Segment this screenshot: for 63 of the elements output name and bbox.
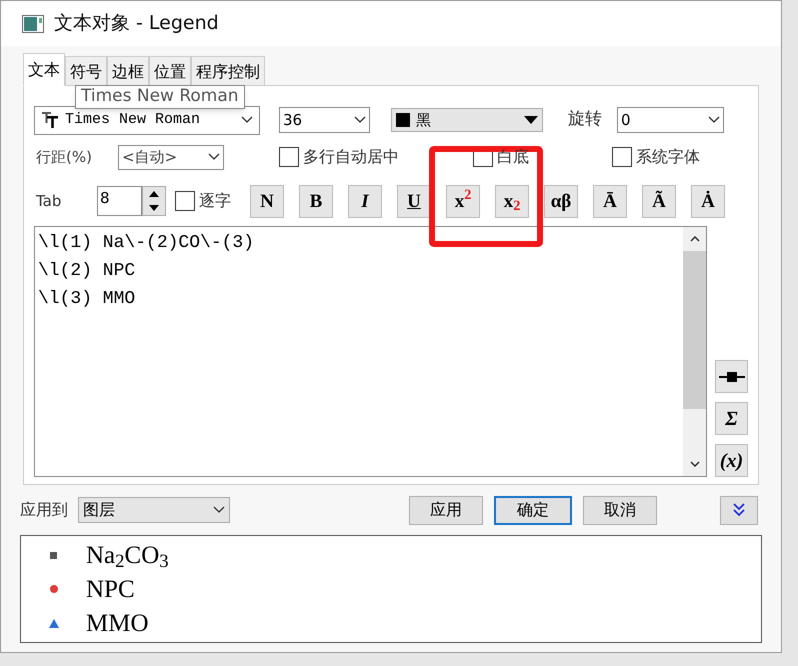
format-button[interactable]: x$_{2}$ (495, 184, 529, 218)
line-spacing-label: 行距(%) (36, 146, 93, 168)
chevron-down-icon (208, 153, 220, 161)
checkbox-label: 多行自动居中 (303, 149, 399, 165)
rotation-dropdown[interactable]: 0 (617, 107, 724, 133)
legend-entry: Na$_{2}$CO$_{3}$ (86, 542, 169, 568)
scroll-up-icon (690, 236, 700, 242)
tab[interactable]: 位置 (149, 56, 191, 86)
line-spacing-dropdown[interactable]: <自动> (118, 144, 224, 170)
format-button[interactable]: x$^{2}$ (446, 184, 480, 218)
chevron-down-icon (354, 116, 366, 124)
format-button[interactable]: I (348, 184, 382, 218)
chevron-down-icon (708, 116, 720, 124)
expand-button[interactable] (720, 496, 758, 524)
double-chevron-icon (733, 503, 745, 517)
editor-line: \l(1) Na\-(2)CO\-(3) (38, 232, 256, 255)
text-editor[interactable]: \l(1) Na\-(2)CO\-(3) \l(2) NPC \l(3) MMO (34, 226, 707, 477)
checkbox-label: 系统字体 (636, 149, 700, 165)
rotation-label: 旋转 (568, 108, 602, 132)
apply-to-dropdown[interactable]: 图层 (78, 497, 230, 523)
dialog-button[interactable]: 确定 (494, 496, 572, 524)
tab[interactable]: 符号 (65, 56, 107, 86)
line-symbol-icon (718, 370, 744, 382)
font-value: Times New Roman (65, 110, 202, 130)
format-button[interactable]: αβ (544, 184, 578, 218)
scrollbar[interactable] (683, 227, 706, 476)
tab[interactable]: 文本 (23, 53, 65, 86)
scroll-down-icon (690, 461, 700, 467)
legend-entry: MMO (86, 610, 149, 636)
size-dropdown[interactable]: 36 (279, 107, 370, 133)
apply-to-label: 应用到 (20, 499, 68, 521)
tab-label: Tab (36, 190, 62, 212)
format-button[interactable]: Ã (642, 184, 676, 218)
legend-entry: NPC (86, 576, 135, 602)
truetype-icon (41, 111, 59, 129)
editor-line: \l(2) NPC (38, 260, 136, 283)
tab[interactable]: 边框 (107, 56, 149, 86)
tab-field[interactable]: 8 (97, 186, 142, 216)
color-dropdown[interactable]: 黑 (391, 108, 543, 132)
window-icon (22, 14, 44, 32)
marker-button[interactable] (715, 360, 748, 393)
format-button[interactable]: N (250, 184, 284, 218)
insert-button[interactable]: (x) (715, 444, 748, 477)
checkbox[interactable] (175, 191, 195, 211)
format-button[interactable]: Ā (593, 184, 627, 218)
tooltip: Times New Roman (75, 85, 245, 109)
dialog-button[interactable]: 应用 (409, 496, 483, 524)
insert-button[interactable]: Σ (715, 402, 748, 435)
spin-buttons[interactable] (142, 186, 166, 216)
checkbox[interactable] (612, 147, 632, 167)
editor-line: \l(3) MMO (38, 288, 136, 311)
checkbox-label: 白底 (497, 149, 529, 165)
format-button[interactable]: U (397, 184, 431, 218)
chevron-down-icon (241, 116, 253, 124)
tab[interactable]: 程序控制 (191, 56, 265, 86)
checkbox[interactable] (279, 147, 299, 167)
checkbox-label: 逐字 (199, 193, 231, 209)
format-button[interactable]: B (299, 184, 333, 218)
dialog-button[interactable]: 取消 (583, 496, 657, 524)
chevron-down-icon (213, 506, 225, 514)
window-title: 文本对象 - Legend (54, 11, 219, 36)
format-button[interactable]: Ȧ (691, 184, 725, 218)
caret-down-icon (524, 116, 538, 124)
